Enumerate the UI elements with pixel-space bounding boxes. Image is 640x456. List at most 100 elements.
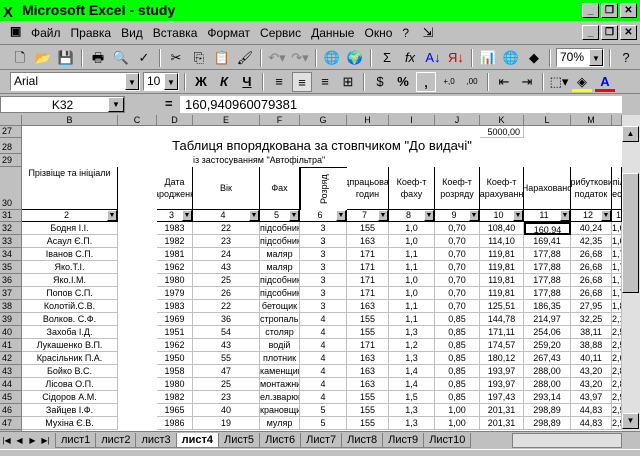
column-header-B[interactable]: B	[22, 115, 118, 126]
table-cell[interactable]: 2,99	[612, 417, 622, 430]
table-cell[interactable]: Бодня І.І.	[22, 222, 118, 235]
menu-edit[interactable]: Правка	[70, 26, 113, 40]
first-sheet-icon[interactable]: |◀	[0, 433, 13, 448]
sort-descending-icon[interactable]: Я↓	[446, 48, 466, 68]
underline-button[interactable]: Ч	[237, 72, 257, 92]
table-cell[interactable]: 1,0	[389, 222, 435, 235]
open-icon[interactable]: 📂	[33, 48, 53, 68]
menu-view[interactable]: Вид	[120, 26, 144, 40]
table-cell[interactable]: Бойко В.С.	[22, 365, 118, 378]
table-cell[interactable]: 3	[300, 248, 347, 261]
table-cell[interactable]: 2,67	[612, 352, 622, 365]
filter-dropdown-icon[interactable]: ▼	[424, 210, 434, 221]
table-cell[interactable]: 1969	[157, 313, 193, 326]
table-cell[interactable]: 5	[300, 417, 347, 430]
table-cell[interactable]: 27,95	[571, 300, 612, 313]
table-cell[interactable]: 43	[193, 261, 260, 274]
table-cell[interactable]: Яко.І.М.	[22, 274, 118, 287]
table-cell[interactable]: 163	[347, 378, 389, 391]
sheet-tab-Лист6[interactable]: Лист6	[259, 433, 302, 448]
table-cell[interactable]: підсобник	[260, 287, 300, 300]
table-cell[interactable]: ел.зварюв.	[260, 391, 300, 404]
cut-icon[interactable]: ✂	[166, 48, 186, 68]
table-cell[interactable]: 42,35	[571, 235, 612, 248]
table-cell[interactable]: 43,97	[571, 391, 612, 404]
font-size-select[interactable]: 10 ▼	[143, 72, 179, 91]
table-cell[interactable]: 155	[347, 417, 389, 430]
table-cell[interactable]: крановщик	[260, 404, 300, 417]
table-cell[interactable]: 38,88	[571, 339, 612, 352]
table-cell[interactable]: 1986	[157, 417, 193, 430]
table-cell[interactable]: 201,31	[480, 417, 524, 430]
autofilter-cell[interactable]: 4 ▼	[193, 210, 260, 222]
table-cell[interactable]: 22	[193, 222, 260, 235]
currency-icon[interactable]: $	[370, 72, 390, 92]
table-cell[interactable]: монтажник	[260, 378, 300, 391]
table-cell[interactable]: 1965	[157, 404, 193, 417]
table-cell[interactable]: 155	[347, 391, 389, 404]
table-cell[interactable]: 1,1	[389, 300, 435, 313]
row-header-36[interactable]: 36	[0, 274, 22, 287]
table-cell[interactable]: 0,85	[435, 326, 480, 339]
row-header-30[interactable]: 30	[0, 167, 22, 210]
spelling-icon[interactable]: ✓	[134, 48, 154, 68]
autosum-icon[interactable]: Σ	[377, 48, 397, 68]
table-cell[interactable]: 1983	[157, 222, 193, 235]
table-cell[interactable]: 43	[193, 339, 260, 352]
table-cell[interactable]: 1980	[157, 274, 193, 287]
table-cell[interactable]: 2,93	[612, 391, 622, 404]
worksheet-grid[interactable]: B C D E F G H I J K L M 27 28 29 30 31 32 33 34 35 36 37 38 39 40…	[0, 115, 622, 431]
table-cell[interactable]: 55	[193, 352, 260, 365]
sheet-tab-Лист7[interactable]: Лист7	[300, 433, 343, 448]
autofilter-cell[interactable]: 11 ▼	[524, 210, 571, 222]
table-cell[interactable]: 1,78	[612, 274, 622, 287]
table-cell[interactable]: 0,85	[435, 313, 480, 326]
autofilter-cell[interactable]: 13▼	[612, 210, 622, 222]
table-cell[interactable]: 288,00	[524, 378, 571, 391]
table-cell[interactable]: 1,4	[389, 365, 435, 378]
table-cell[interactable]: 43,20	[571, 365, 612, 378]
table-cell[interactable]: 4	[300, 391, 347, 404]
decrease-decimal-icon[interactable]: ,00	[462, 72, 482, 92]
menu-format[interactable]: Формат	[206, 26, 251, 40]
column-header-D[interactable]: D	[157, 115, 193, 126]
table-cell[interactable]: 144,78	[480, 313, 524, 326]
table-cell[interactable]: 2,88	[612, 365, 622, 378]
increase-indent-icon[interactable]: ⇥	[517, 72, 537, 92]
column-header-M[interactable]: M	[571, 115, 612, 126]
table-cell[interactable]: 3	[300, 222, 347, 235]
table-cell[interactable]: 22	[193, 300, 260, 313]
column-header-E[interactable]: E	[193, 115, 260, 126]
italic-button[interactable]: К	[214, 72, 234, 92]
row-header-44[interactable]: 44	[0, 378, 22, 391]
table-cell[interactable]: 1,00	[435, 404, 480, 417]
table-cell[interactable]: 26,68	[571, 287, 612, 300]
formula-input[interactable]: 160,940960079381	[180, 96, 622, 113]
table-cell[interactable]: 4	[300, 339, 347, 352]
horizontal-scrollbar[interactable]	[512, 433, 622, 448]
table-cell[interactable]: 26,68	[571, 274, 612, 287]
align-left-icon[interactable]: ≡	[269, 72, 289, 92]
table-cell[interactable]: 214,97	[524, 313, 571, 326]
table-cell[interactable]: 1951	[157, 326, 193, 339]
table-cell[interactable]: підсобник	[260, 235, 300, 248]
table-cell[interactable]: 23	[193, 391, 260, 404]
table-cell[interactable]: 1,1	[389, 248, 435, 261]
minimize-button[interactable]: _	[582, 3, 599, 18]
table-cell[interactable]: 1962	[157, 261, 193, 274]
redo-icon[interactable]: ↷▾	[290, 48, 310, 68]
autofilter-cell[interactable]: 3 ▼	[157, 210, 193, 222]
table-cell[interactable]: 38,11	[571, 326, 612, 339]
filter-dropdown-icon[interactable]: ▼	[469, 210, 479, 221]
table-cell[interactable]: 1982	[157, 391, 193, 404]
table-cell[interactable]: Колотій.С.В.	[22, 300, 118, 313]
table-cell[interactable]: 1,0	[389, 287, 435, 300]
table-cell[interactable]: 0,70	[435, 261, 480, 274]
hyperlink-icon[interactable]: 🌐	[322, 48, 342, 68]
restore-button[interactable]: ❐	[601, 3, 618, 18]
table-cell[interactable]: бетощик	[260, 300, 300, 313]
table-cell[interactable]: Яко.Т.І.	[22, 261, 118, 274]
filter-dropdown-icon[interactable]: ▼	[378, 210, 388, 221]
copy-icon[interactable]: ⎘	[189, 48, 209, 68]
sheet-tab-лист3[interactable]: лист3	[135, 433, 177, 448]
